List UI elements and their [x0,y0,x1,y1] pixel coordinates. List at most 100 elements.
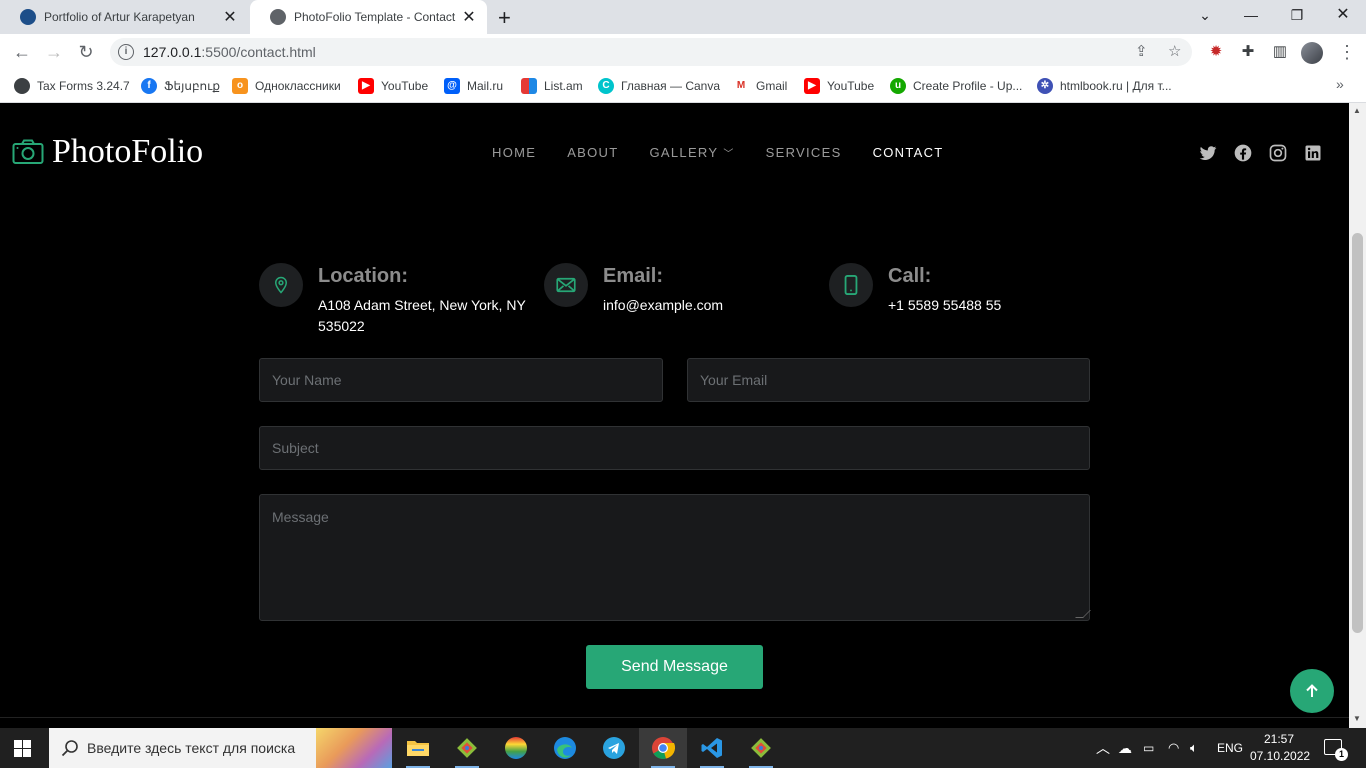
notification-center-icon[interactable]: 1 [1324,739,1348,761]
bookmark-item[interactable]: Tax Forms 3.24.7 [14,76,130,96]
tab-close-icon[interactable]: ✕ [461,7,477,27]
clock-date: 07.10.2022 [1250,749,1311,763]
search-placeholder: Введите здесь текст для поиска [87,740,296,756]
youtube-icon: ▶ [804,78,820,94]
bookmark-item[interactable]: f Ֆեյսբուք [141,76,220,96]
message-textarea[interactable]: Message [259,494,1091,621]
site-logo[interactable]: PhotoFolio [12,133,203,171]
nav-contact[interactable]: CONTACT [873,145,944,160]
nav-about[interactable]: ABOUT [567,145,618,160]
language-indicator[interactable]: ENG [1217,728,1243,768]
scroll-up-icon[interactable]: ▲ [1353,106,1361,115]
bookmark-item[interactable]: o Одноклассники [232,76,341,96]
bookmark-item[interactable]: ✲ htmlbook.ru | Для т... [1037,76,1172,96]
taskbar-clock[interactable]: 21:57 07.10.2022 [1250,731,1311,765]
info-location: Location: A108 Adam Street, New York, NY… [259,263,529,337]
telegram-icon[interactable] [590,728,638,768]
bookmark-item[interactable]: u Create Profile - Up... [890,76,1022,96]
address-bar[interactable]: i 127.0.0.1:5500/contact.html ⇪ ☆ [110,38,1192,66]
nav-home[interactable]: HOME [492,145,536,160]
nav-services[interactable]: SERVICES [766,145,842,160]
chevron-down-icon: ﹀ [723,149,735,160]
tray-chevron-icon[interactable]: ︿ [1096,728,1110,768]
taskbar-search[interactable]: Введите здесь текст для поиска [49,728,392,768]
linkedin-icon[interactable] [1303,143,1323,163]
profile-avatar[interactable] [1301,42,1323,64]
main-nav: HOME ABOUT GALLERY ﹀ SERVICES CONTACT [492,145,975,160]
chrome-icon[interactable] [639,728,687,768]
tab-close-icon[interactable]: ✕ [222,7,238,27]
bookmarks-overflow-icon[interactable]: » [1336,76,1344,92]
bookmark-item[interactable]: M Gmail [733,76,787,96]
info-call: Call: +1 5589 55488 55 [829,263,1099,316]
name-field[interactable]: Your Name [259,358,663,402]
youtube-icon: ▶ [358,78,374,94]
onedrive-cloud-icon[interactable]: ☁ [1118,728,1132,768]
clock-time: 21:57 [1263,732,1295,746]
site-info-icon[interactable]: i [118,44,134,60]
nav-gallery[interactable]: GALLERY ﹀ [650,145,735,160]
bookmark-star-icon[interactable]: ☆ [1168,42,1181,60]
new-tab-icon[interactable]: + [498,5,511,31]
git-app-icon[interactable] [443,728,491,768]
search-icon [61,740,78,757]
tab-search-chevron-icon[interactable]: ⌄ [1182,4,1228,26]
git-gui-icon[interactable] [737,728,785,768]
bookmark-item[interactable]: List.am [521,76,583,96]
envelope-icon [544,263,588,307]
menu-dots-icon[interactable]: ⋮ [1338,40,1356,64]
page-scrollbar[interactable]: ▲ ▼ [1349,103,1366,728]
gmail-icon: M [733,78,749,94]
tab-portfolio[interactable]: Portfolio of Artur Karapetyan ✕ [0,0,248,34]
url-text[interactable]: 127.0.0.1:5500/contact.html [143,44,316,60]
side-panel-icon[interactable]: ▥ [1270,42,1290,62]
bookmark-item[interactable]: C Главная — Canva [598,76,720,96]
bookmark-item[interactable]: ▶ YouTube [804,76,874,96]
facebook-icon[interactable] [1233,143,1253,163]
canva-icon: C [598,78,614,94]
forward-arrow-icon[interactable]: → [42,40,66,64]
rainbow-app-icon[interactable] [492,728,540,768]
extensions-puzzle-icon[interactable]: ✚ [1238,42,1258,62]
email-field[interactable]: Your Email [687,358,1090,402]
scroll-down-icon[interactable]: ▼ [1353,714,1361,723]
tab-photofolio-contact[interactable]: PhotoFolio Template - Contact ✕ [250,0,487,34]
wifi-icon[interactable]: ◠ [1168,728,1179,768]
listam-icon [521,78,537,94]
back-arrow-icon[interactable]: ← [10,40,34,64]
browser-toolbar: ← → ↻ i 127.0.0.1:5500/contact.html ⇪ ☆ … [0,34,1366,70]
scrollbar-thumb[interactable] [1352,233,1363,633]
share-icon[interactable]: ⇪ [1135,42,1148,60]
maximize-icon[interactable]: ❐ [1274,4,1320,26]
reload-icon[interactable]: ↻ [74,40,98,64]
volume-icon[interactable]: 🔈︎ [1190,728,1198,768]
info-text: info@example.com [603,297,724,313]
instagram-icon[interactable] [1268,143,1288,163]
battery-icon[interactable]: ▭ [1143,728,1154,768]
send-message-button[interactable]: Send Message [586,645,763,689]
arrow-up-icon [1306,684,1318,697]
minimize-icon[interactable]: — [1228,4,1274,26]
back-to-top-button[interactable] [1290,669,1334,713]
twitter-icon[interactable] [1198,143,1218,163]
info-text: A108 Adam Street, New York, NY 535022 [318,297,526,334]
info-text: +1 5589 55488 55 [888,297,1002,313]
resize-handle-icon[interactable] [1075,610,1091,618]
info-title: Email: [603,265,664,287]
htmlbook-icon: ✲ [1037,78,1053,94]
site-favicon-icon [20,9,36,25]
search-highlight-image [316,728,392,768]
window-close-icon[interactable]: ✕ [1320,4,1366,26]
file-explorer-icon[interactable] [394,728,442,768]
subject-field[interactable]: Subject [259,426,1090,470]
bookmark-item[interactable]: @ Mail.ru [444,76,503,96]
vscode-icon[interactable] [688,728,736,768]
info-title: Location: [318,265,408,287]
edge-browser-icon[interactable] [541,728,589,768]
upwork-icon: u [890,78,906,94]
windows-start-icon[interactable] [14,740,31,757]
bookmark-item[interactable]: ▶ YouTube [358,76,428,96]
extension-badge-icon[interactable]: ✹ [1206,42,1226,62]
page-viewport: PhotoFolio HOME ABOUT GALLERY ﹀ SERVICES … [0,103,1349,728]
browser-tab-strip: Portfolio of Artur Karapetyan ✕ PhotoFol… [0,0,1366,34]
